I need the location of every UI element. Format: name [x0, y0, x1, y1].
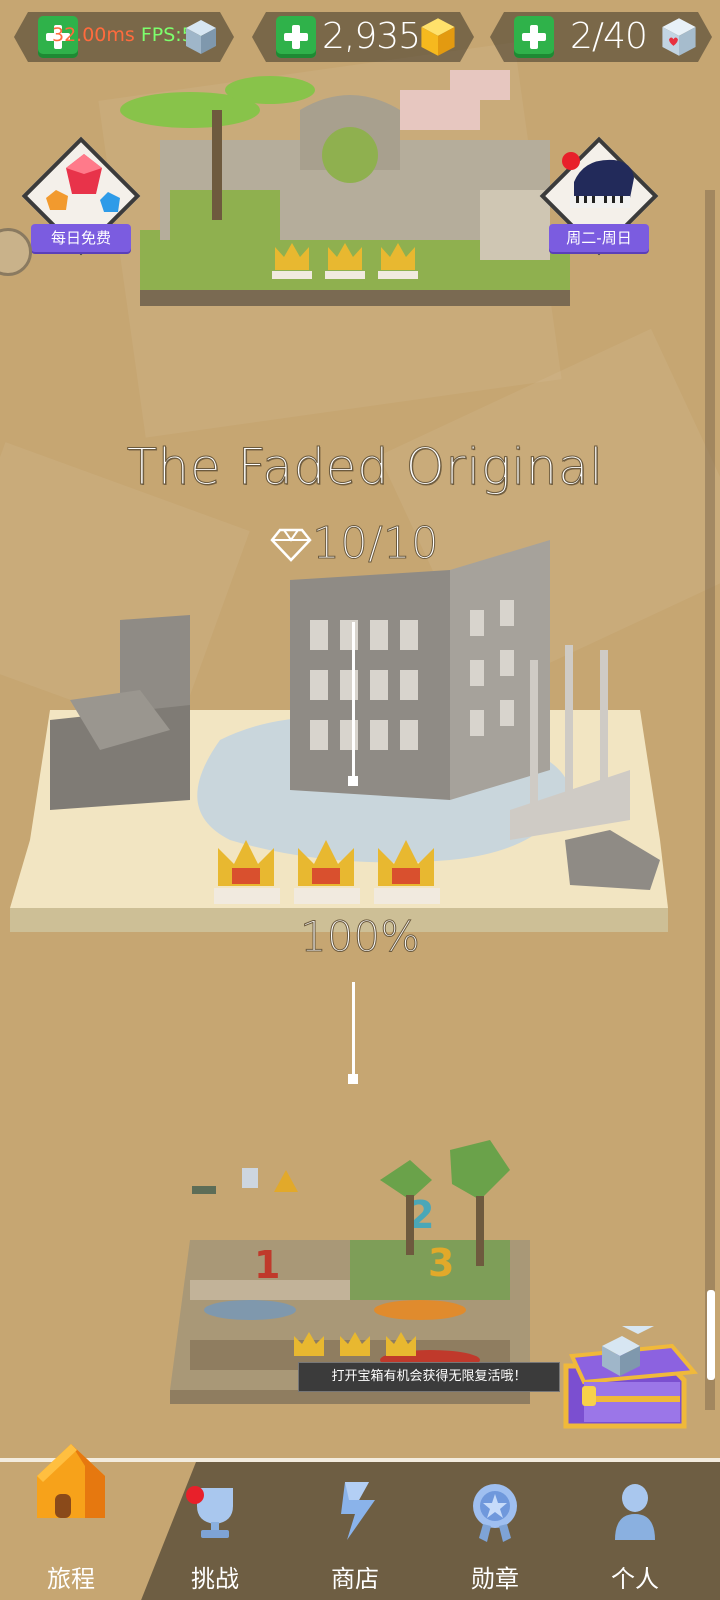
- garden-crowns: [270, 235, 430, 289]
- crown-icon: [374, 840, 440, 904]
- svg-text:3: 3: [428, 1241, 454, 1285]
- nav-label: 旅程: [47, 1565, 95, 1593]
- crown-icon: [386, 1332, 416, 1356]
- schedule-label: 周二-周日: [549, 224, 649, 252]
- svg-text:1: 1: [254, 1243, 280, 1287]
- add-lives-button[interactable]: [514, 16, 554, 58]
- piano-badge[interactable]: 周二-周日: [539, 136, 659, 258]
- path-node: [348, 1074, 358, 1084]
- crown-icon: [294, 840, 360, 904]
- add-currency-button[interactable]: [276, 16, 316, 58]
- debug-overlay: 32.00ms FPS:57: [52, 24, 206, 46]
- crown-icon: [325, 243, 365, 279]
- gems-icon: [46, 154, 120, 212]
- nav-shop[interactable]: 商店: [290, 1462, 420, 1600]
- notification-dot: [562, 152, 580, 170]
- nav-profile[interactable]: 个人: [570, 1462, 700, 1600]
- crown-icon: [378, 243, 418, 279]
- path-node: [348, 776, 358, 786]
- house-icon: [37, 1444, 105, 1518]
- currency-value: 2,935: [322, 16, 421, 57]
- lives-value: 2/40: [570, 16, 648, 57]
- nav-label: 勋章: [471, 1565, 519, 1593]
- medal-icon: [473, 1484, 517, 1542]
- shop-icon: [341, 1482, 375, 1540]
- progress-percent: 100%: [299, 912, 421, 962]
- crown-icon: [214, 840, 280, 904]
- notification-dot: [186, 1486, 204, 1504]
- daily-free-label: 每日免费: [31, 224, 131, 252]
- debug-frame-time: 32.00ms: [52, 24, 135, 46]
- scrollbar-thumb[interactable]: [707, 1290, 715, 1380]
- nav-label: 个人: [611, 1565, 659, 1593]
- nav-label: 挑战: [191, 1565, 239, 1593]
- path-line: [352, 622, 355, 782]
- heart-cube-icon: [662, 18, 696, 56]
- daily-free-badge[interactable]: 每日免费: [21, 136, 141, 258]
- treasure-chest-icon[interactable]: [552, 1326, 700, 1446]
- gold-cube-icon: [421, 18, 455, 56]
- chest-tooltip: 打开宝箱有机会获得无限复活哦！: [298, 1362, 560, 1392]
- path-line: [352, 982, 355, 1078]
- top-bar: 32.00ms FPS:57 2,935 2/40: [0, 0, 720, 78]
- bottom-nav: 旅程 挑战 商店 勋章 个人: [0, 1444, 720, 1600]
- level-crowns: [210, 830, 460, 916]
- nav-journey[interactable]: 旅程: [6, 1444, 136, 1600]
- nav-medals[interactable]: 勋章: [430, 1462, 560, 1600]
- nav-challenge[interactable]: 挑战: [150, 1462, 280, 1600]
- crown-icon: [272, 243, 312, 279]
- nav-label: 商店: [331, 1565, 379, 1593]
- scrollbar-track[interactable]: [705, 190, 715, 1410]
- crown-icon: [294, 1332, 324, 1356]
- level-title: The Faded Original: [126, 438, 604, 497]
- profile-icon: [615, 1484, 655, 1540]
- crown-icon: [340, 1332, 370, 1356]
- cube-icon: [186, 20, 216, 54]
